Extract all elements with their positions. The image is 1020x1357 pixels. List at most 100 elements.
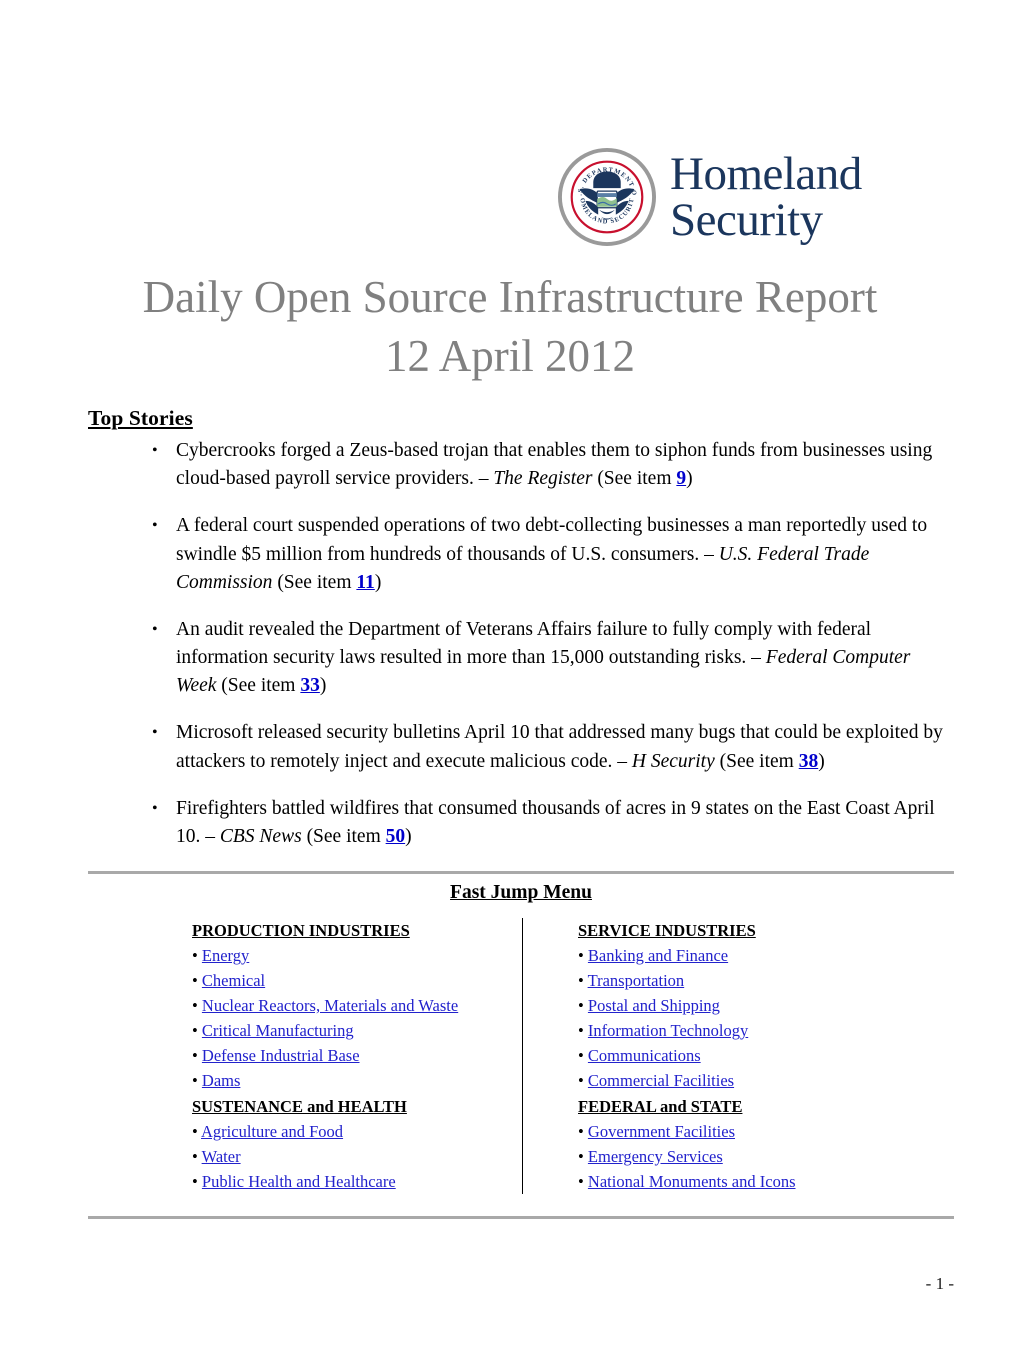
fjm-category-heading: SERVICE INDUSTRIES — [578, 921, 756, 940]
top-story-source: The Register — [493, 468, 593, 490]
fjm-link-row: • Public Health and Healthcare — [192, 1169, 521, 1194]
bullet-icon: • — [578, 1171, 588, 1191]
page-title: Daily Open Source Infrastructure Report … — [0, 268, 1020, 387]
fjm-category-heading: PRODUCTION INDUSTRIES — [192, 921, 410, 940]
fjm-link-row: • Nuclear Reactors, Materials and Waste — [192, 993, 521, 1018]
fjm-sector-link[interactable]: Critical Manufacturing — [202, 1021, 354, 1040]
bullet-icon: • — [578, 1071, 588, 1091]
fjm-sector-link[interactable]: Public Health and Healthcare — [202, 1172, 396, 1191]
fjm-sector-link[interactable]: Communications — [588, 1046, 701, 1065]
fjm-sector-link[interactable]: Agriculture and Food — [201, 1122, 343, 1141]
divider-top — [88, 871, 954, 874]
fjm-link-row: • Commercial Facilities — [578, 1068, 954, 1093]
dhs-logo: U.S. DEPARTMENT OF HOMELAND SECURITY Hom… — [558, 148, 862, 246]
fast-jump-menu-left-column: PRODUCTION INDUSTRIES • Energy • Chemical… — [88, 918, 521, 1194]
bullet-icon: • — [192, 1071, 202, 1091]
bullet-icon: • — [578, 1121, 588, 1141]
fjm-sector-link[interactable]: Government Facilities — [588, 1122, 735, 1141]
fjm-link-row: • Information Technology — [578, 1018, 954, 1043]
fjm-category-heading: SUSTENANCE and HEALTH — [192, 1096, 407, 1116]
page-title-line2: 12 April 2012 — [384, 331, 635, 382]
fjm-category-heading: FEDERAL and STATE — [578, 1096, 743, 1116]
fjm-sector-link[interactable]: National Monuments and Icons — [588, 1172, 796, 1191]
fast-jump-menu-title: Fast Jump Menu — [450, 882, 592, 903]
see-item-link[interactable]: 38 — [799, 751, 819, 772]
fjm-sector-link[interactable]: Banking and Finance — [588, 946, 728, 965]
top-story-item: Microsoft released security bulletins Ap… — [88, 719, 954, 775]
dhs-seal-icon: U.S. DEPARTMENT OF HOMELAND SECURITY — [558, 148, 656, 246]
page-title-line1: Daily Open Source Infrastructure Report — [142, 272, 878, 322]
fjm-sector-link[interactable]: Emergency Services — [588, 1147, 723, 1166]
fjm-sector-link[interactable]: Transportation — [588, 971, 685, 990]
top-stories-section: Top Stories Cybercrooks forged a Zeus-ba… — [88, 406, 954, 870]
fjm-link-row: • National Monuments and Icons — [578, 1169, 954, 1194]
fjm-sector-link[interactable]: Information Technology — [588, 1021, 748, 1040]
see-item-link[interactable]: 9 — [676, 468, 686, 489]
dhs-wordmark-line1: Homeland — [670, 147, 862, 200]
fjm-link-row: • Postal and Shipping — [578, 993, 954, 1018]
fjm-sector-link[interactable]: Defense Industrial Base — [202, 1046, 360, 1065]
see-item-prefix: (See item — [592, 468, 677, 490]
fjm-sector-link[interactable]: Postal and Shipping — [588, 996, 720, 1015]
fjm-sector-link[interactable]: Chemical — [202, 971, 265, 990]
fjm-sector-link[interactable]: Nuclear Reactors, Materials and Waste — [202, 996, 458, 1015]
see-item-prefix: (See — [714, 750, 760, 772]
bullet-icon: • — [578, 971, 588, 991]
top-story-item: An audit revealed the Department of Vete… — [88, 616, 954, 701]
see-item-link[interactable]: 11 — [356, 572, 374, 593]
see-item-suffix: ) — [319, 675, 327, 697]
see-item-suffix: ) — [374, 571, 382, 593]
fjm-sector-link[interactable]: Water — [202, 1147, 241, 1166]
see-item-prefix: (See item — [216, 675, 301, 697]
bullet-icon: • — [192, 1121, 201, 1141]
divider-bottom — [88, 1216, 954, 1219]
see-item-link[interactable]: 50 — [386, 826, 406, 847]
bullet-icon: • — [192, 1171, 202, 1191]
see-item-suffix: ) — [405, 825, 412, 847]
see-item-prefix: (See item — [272, 571, 357, 593]
bullet-icon: • — [578, 1046, 588, 1066]
bullet-icon: • — [192, 1146, 202, 1166]
see-item-word: item — [759, 750, 799, 772]
see-item-prefix: (See item — [301, 825, 386, 847]
fast-jump-menu: Fast Jump Menu PRODUCTION INDUSTRIES • En… — [88, 882, 954, 1194]
top-story-item: Firefighters battled wildfires that cons… — [88, 795, 954, 851]
top-story-source: CBS News — [219, 825, 302, 847]
page-footer: - 1 - — [925, 1274, 954, 1293]
fjm-link-row: • Agriculture and Food — [192, 1119, 521, 1144]
fjm-link-row: • Defense Industrial Base — [192, 1043, 521, 1068]
top-story-source: H Security — [631, 750, 715, 772]
bullet-icon: • — [578, 1021, 588, 1041]
top-stories-list: Cybercrooks forged a Zeus-based trojan t… — [88, 437, 954, 851]
fjm-link-row: • Emergency Services — [578, 1144, 954, 1169]
bullet-icon: • — [578, 946, 588, 966]
top-stories-heading: Top Stories — [88, 406, 193, 430]
fjm-sector-link[interactable]: Energy — [202, 946, 249, 965]
see-item-link[interactable]: 33 — [300, 675, 320, 696]
bullet-icon: • — [192, 1046, 202, 1066]
fjm-link-row: • Critical Manufacturing — [192, 1018, 521, 1043]
fjm-sector-link[interactable]: Dams — [202, 1071, 241, 1090]
see-item-suffix: ) — [818, 750, 825, 772]
bullet-icon: • — [192, 946, 202, 966]
bullet-icon: • — [192, 996, 202, 1016]
column-divider — [522, 918, 523, 1194]
see-item-suffix: ) — [686, 468, 693, 490]
fast-jump-menu-columns: PRODUCTION INDUSTRIES • Energy • Chemical… — [88, 918, 954, 1194]
fjm-link-row: • Communications — [578, 1043, 954, 1068]
fjm-link-row: • Water — [192, 1144, 521, 1169]
fjm-link-row: • Dams — [192, 1068, 521, 1093]
top-story-item: Cybercrooks forged a Zeus-based trojan t… — [88, 437, 954, 493]
fjm-sector-link[interactable]: Commercial Facilities — [588, 1071, 734, 1090]
bullet-icon: • — [578, 996, 588, 1016]
dhs-wordmark: Homeland Security — [670, 147, 862, 243]
fjm-link-row: • Government Facilities — [578, 1119, 954, 1144]
document-page: U.S. DEPARTMENT OF HOMELAND SECURITY Hom… — [0, 0, 1020, 1357]
fjm-link-row: • Chemical — [192, 968, 521, 993]
top-story-text: Microsoft released security bulletins Ap… — [176, 722, 943, 772]
fjm-link-row: • Transportation — [578, 968, 954, 993]
fast-jump-menu-right-column: SERVICE INDUSTRIES • Banking and Finance … — [521, 918, 954, 1194]
fjm-link-row: • Banking and Finance — [578, 943, 954, 968]
top-story-item: A federal court suspended operations of … — [88, 512, 954, 597]
bullet-icon: • — [578, 1146, 588, 1166]
